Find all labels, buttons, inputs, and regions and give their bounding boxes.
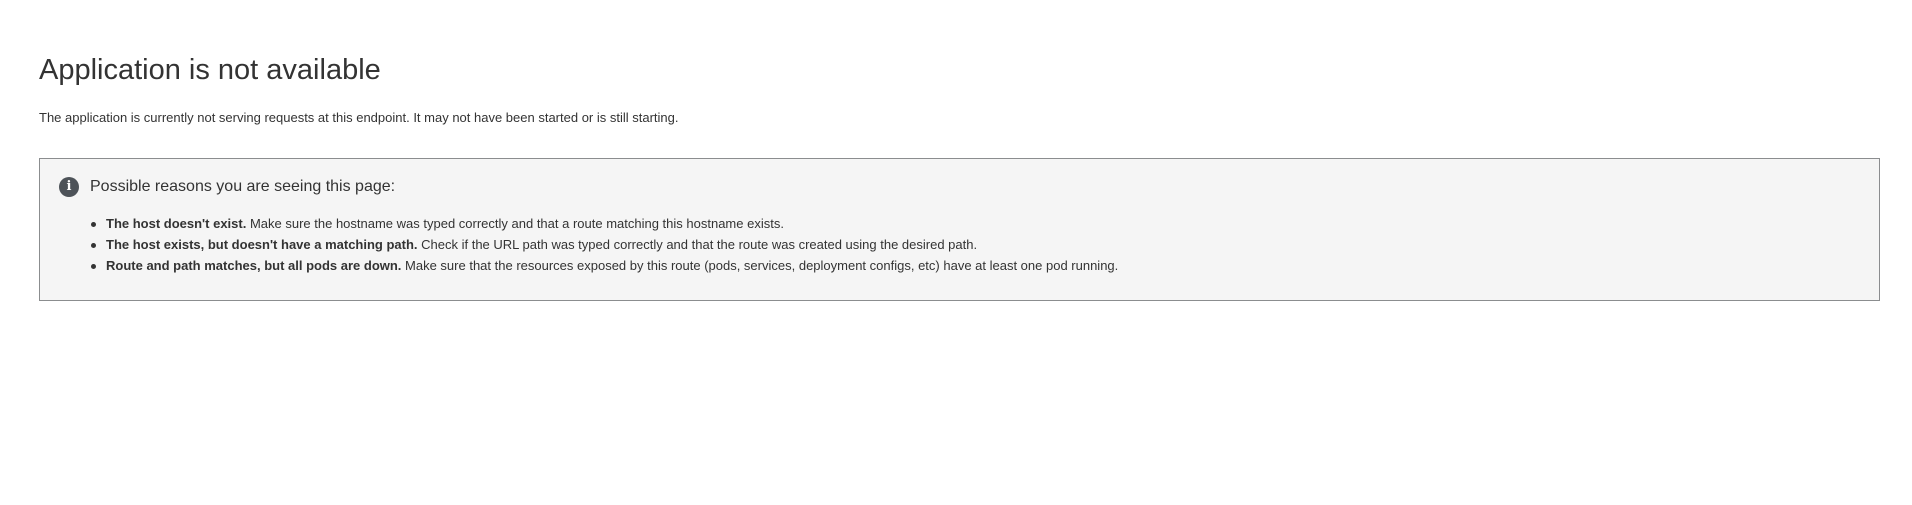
error-page: Application is not available The applica… [0,0,1912,505]
reason-text: Check if the URL path was typed correctl… [417,237,978,252]
reason-title: The host exists, but doesn't have a matc… [106,237,418,252]
page-title: Application is not available [39,54,381,86]
reason-text: Make sure the hostname was typed correct… [246,216,784,231]
reasons-list: The host doesn't exist. Make sure the ho… [90,213,1119,276]
alert-heading: Possible reasons you are seeing this pag… [90,178,396,195]
list-item: The host doesn't exist. Make sure the ho… [90,213,1118,234]
page-subtitle: The application is currently not serving… [39,110,679,125]
info-alert: i Possible reasons you are seeing this p… [39,158,1880,301]
reason-title: The host doesn't exist. [106,216,247,231]
reason-title: Route and path matches, but all pods are… [106,258,402,273]
info-icon: i [59,177,79,197]
reason-text: Make sure that the resources exposed by … [401,258,1119,273]
list-item: The host exists, but doesn't have a matc… [90,234,1118,255]
list-item: Route and path matches, but all pods are… [90,255,1119,276]
